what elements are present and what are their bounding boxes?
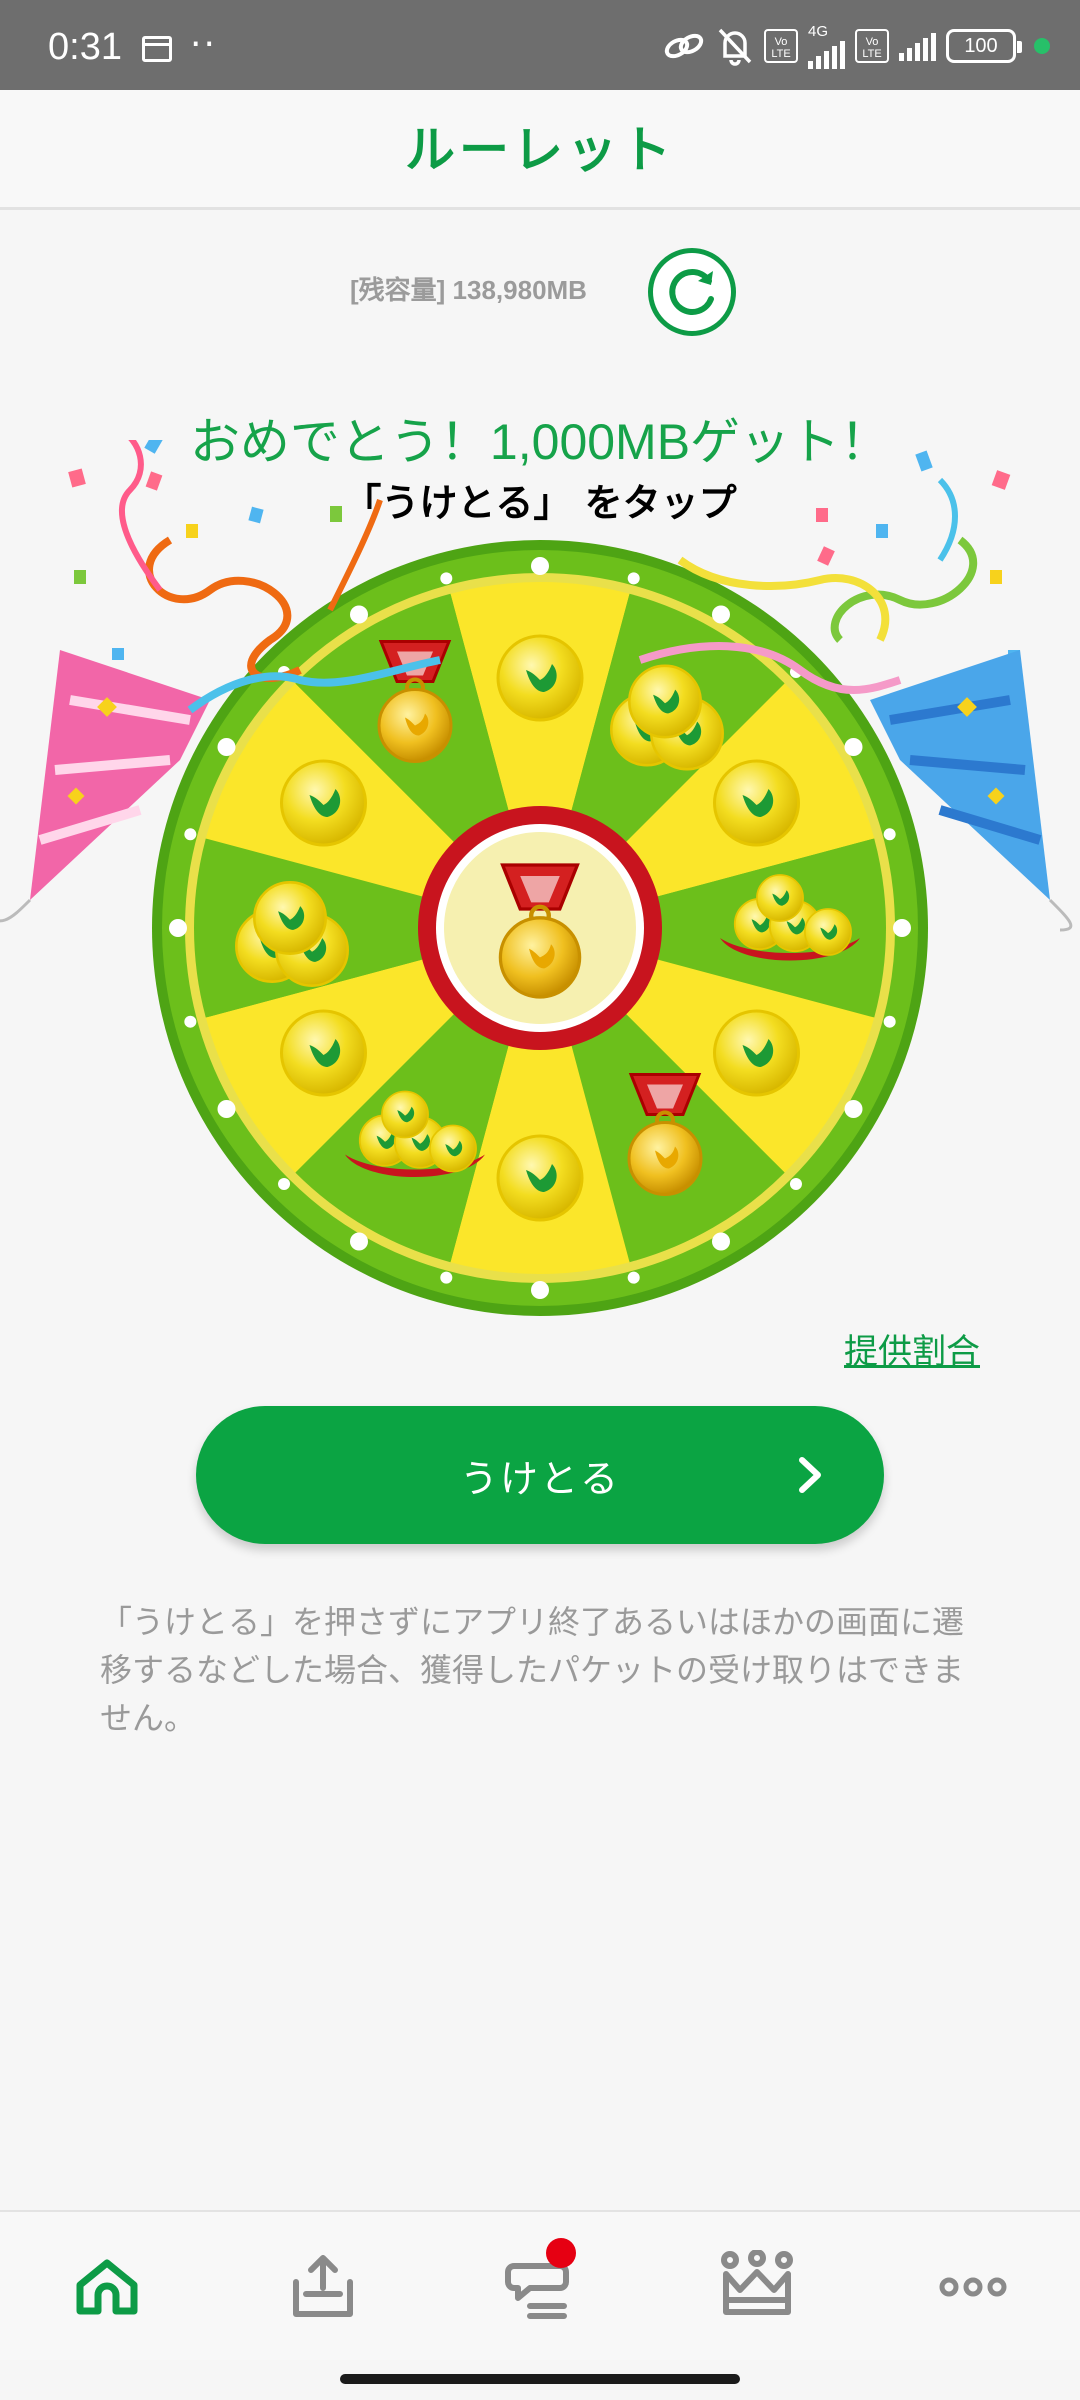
notification-badge [546, 2238, 576, 2268]
congrats-text: おめでとう！1,000MBゲット！ [189, 414, 891, 470]
wheel-rim-dot [217, 738, 236, 756]
nav-home[interactable] [62, 2242, 152, 2332]
calendar-icon [142, 36, 172, 62]
coin-icon [713, 759, 801, 847]
bell-off-icon [716, 26, 754, 66]
more-icon [939, 2277, 1007, 2297]
status-bar: 0:31 ·· Vo LTE 4G Vo LTE 100 [0, 0, 1080, 90]
battery-icon: 100 [946, 29, 1022, 63]
wheel-rim-dot [350, 605, 368, 624]
coin-icon [496, 634, 584, 722]
wheel-rim-dot [531, 557, 549, 575]
roulette-wheel [152, 540, 928, 1316]
coin-icon [713, 1009, 801, 1097]
roulette-scene [0, 440, 1073, 1316]
bottom-navigation [0, 2210, 1080, 2360]
wheel-rim-dot [883, 828, 896, 841]
wheel-rim-dot [440, 1271, 453, 1284]
claim-button[interactable]: うけとる [196, 1406, 884, 1544]
wheel-rim-dot [350, 1232, 368, 1251]
status-icons: Vo LTE 4G Vo LTE 100 [662, 22, 1050, 70]
home-icon [76, 2259, 138, 2315]
wheel-rim-dot [278, 1177, 291, 1190]
upload-icon [293, 2255, 353, 2317]
more-notifications-icon: ·· [190, 24, 217, 65]
wheel-rim-dot [844, 738, 863, 756]
app-header: ルーレット [0, 90, 1080, 210]
nav-share[interactable] [278, 2242, 368, 2332]
chevron-right-icon [799, 1457, 821, 1493]
volte-icon: Vo LTE [764, 29, 798, 63]
wheel-rim-dot [440, 572, 453, 585]
wheel-rim-dot [627, 572, 640, 585]
wheel-rim-dot [531, 1281, 549, 1299]
wheel-rim-dot [789, 1177, 802, 1190]
wheel-rim-dot [883, 1015, 896, 1028]
wheel-rim-dot [184, 828, 197, 841]
wheel-rim-dot [217, 1100, 236, 1118]
nav-messages[interactable] [494, 2238, 584, 2332]
wheel-rim-dot [893, 919, 911, 937]
remaining-capacity: [残容量] 138,980MB [350, 275, 587, 305]
wheel-rim-dot [712, 1232, 730, 1251]
refresh-icon [669, 269, 714, 315]
wheel-rim-dot [184, 1015, 197, 1028]
volte-icon-2: Vo LTE [855, 29, 889, 63]
claim-notice: 「うけとる」を押さずにアプリ終了あるいはほかの画面に遷移するなどした場合、獲得し… [100, 1603, 965, 1737]
network-type: 4G [808, 22, 829, 40]
privacy-indicator-icon [1034, 38, 1050, 54]
wheel-rim-dot [844, 1100, 863, 1118]
coin-icon [496, 1134, 584, 1222]
signal-icon-2 [899, 31, 936, 61]
nav-ranking[interactable] [712, 2242, 802, 2332]
tap-instruction: 「うけとる」 をタップ [343, 481, 737, 525]
nav-more[interactable] [928, 2242, 1018, 2332]
refresh-button[interactable] [648, 248, 736, 336]
coin-icon [279, 1009, 367, 1097]
claim-button-label: うけとる [459, 1456, 620, 1501]
medal-icon [627, 1072, 703, 1197]
crown-icon [721, 2250, 793, 2315]
offer-rate-link[interactable]: 提供割合 [844, 1324, 980, 1373]
signal-icon: 4G [808, 24, 845, 69]
home-indicator [340, 2374, 740, 2384]
wheel-rim-dot [169, 919, 187, 937]
wheel-rim-dot [627, 1271, 640, 1284]
page-title: ルーレット [405, 121, 675, 179]
status-time: 0:31 [48, 26, 122, 68]
coin-icon [279, 759, 367, 847]
link-icon [662, 29, 706, 63]
wheel-rim-dot [712, 605, 730, 624]
medal-icon [377, 639, 453, 764]
